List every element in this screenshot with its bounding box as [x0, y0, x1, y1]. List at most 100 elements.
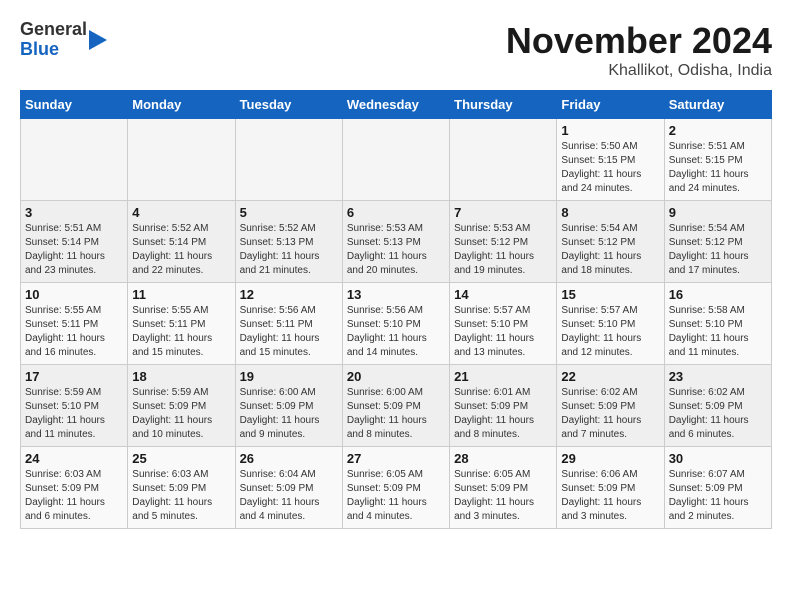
calendar-cell: 19Sunrise: 6:00 AM Sunset: 5:09 PM Dayli… — [235, 365, 342, 447]
calendar-cell: 16Sunrise: 5:58 AM Sunset: 5:10 PM Dayli… — [664, 283, 771, 365]
calendar-cell: 4Sunrise: 5:52 AM Sunset: 5:14 PM Daylig… — [128, 201, 235, 283]
day-number: 25 — [132, 451, 230, 466]
title-block: November 2024 Khallikot, Odisha, India — [506, 20, 772, 80]
day-info: Sunrise: 5:51 AM Sunset: 5:14 PM Dayligh… — [25, 222, 123, 278]
calendar-cell: 18Sunrise: 5:59 AM Sunset: 5:09 PM Dayli… — [128, 365, 235, 447]
calendar-cell — [235, 119, 342, 201]
calendar-cell: 27 Sunrise: 6:05 AM Sunset: 5:09 PM Dayli… — [342, 447, 449, 529]
calendar-cell — [342, 119, 449, 201]
calendar-cell: 1 Sunrise: 5:50 AM Sunset: 5:15 PM Daylig… — [557, 119, 664, 201]
day-info: Sunrise: 5:54 AM Sunset: 5:12 PM Dayligh… — [561, 222, 659, 278]
weekday-header-saturday: Saturday — [664, 91, 771, 119]
calendar-cell: 20 Sunrise: 6:00 AM Sunset: 5:09 PM Dayli… — [342, 365, 449, 447]
logo-general: General — [20, 20, 87, 40]
weekday-header-wednesday: Wednesday — [342, 91, 449, 119]
day-number: 4 — [132, 205, 230, 220]
weekday-header-tuesday: Tuesday — [235, 91, 342, 119]
weekday-header-monday: Monday — [128, 91, 235, 119]
calendar-cell: 6Sunrise: 5:53 AM Sunset: 5:13 PM Daylig… — [342, 201, 449, 283]
day-info: Sunrise: 5:56 AM Sunset: 5:11 PM Dayligh… — [240, 304, 338, 360]
calendar-cell — [128, 119, 235, 201]
day-number: 27 — [347, 451, 445, 466]
day-info: Sunrise: 6:05 AM Sunset: 5:09 PM Dayligh… — [347, 468, 445, 524]
day-number: 10 — [25, 287, 123, 302]
calendar-cell: 23 Sunrise: 6:02 AM Sunset: 5:09 PM Dayli… — [664, 365, 771, 447]
calendar-cell: 15Sunrise: 5:57 AM Sunset: 5:10 PM Dayli… — [557, 283, 664, 365]
calendar-cell: 29Sunrise: 6:06 AM Sunset: 5:09 PM Dayli… — [557, 447, 664, 529]
day-info: Sunrise: 6:06 AM Sunset: 5:09 PM Dayligh… — [561, 468, 659, 524]
weekday-header-sunday: Sunday — [21, 91, 128, 119]
day-info: Sunrise: 5:56 AM Sunset: 5:10 PM Dayligh… — [347, 304, 445, 360]
day-info: Sunrise: 5:50 AM Sunset: 5:15 PM Dayligh… — [561, 140, 659, 196]
week-row-2: 3 Sunrise: 5:51 AM Sunset: 5:14 PM Daylig… — [21, 201, 772, 283]
day-number: 6 — [347, 205, 445, 220]
day-number: 30 — [669, 451, 767, 466]
calendar-cell: 12 Sunrise: 5:56 AM Sunset: 5:11 PM Dayli… — [235, 283, 342, 365]
calendar-cell: 17Sunrise: 5:59 AM Sunset: 5:10 PM Dayli… — [21, 365, 128, 447]
day-number: 23 — [669, 369, 767, 384]
day-number: 2 — [669, 123, 767, 138]
day-number: 12 — [240, 287, 338, 302]
logo-blue: Blue — [20, 40, 87, 60]
day-info: Sunrise: 6:00 AM Sunset: 5:09 PM Dayligh… — [347, 386, 445, 442]
day-number: 9 — [669, 205, 767, 220]
calendar-cell: 13 Sunrise: 5:56 AM Sunset: 5:10 PM Dayli… — [342, 283, 449, 365]
location: Khallikot, Odisha, India — [506, 62, 772, 80]
day-number: 1 — [561, 123, 659, 138]
day-info: Sunrise: 5:53 AM Sunset: 5:12 PM Dayligh… — [454, 222, 552, 278]
calendar-cell: 11Sunrise: 5:55 AM Sunset: 5:11 PM Dayli… — [128, 283, 235, 365]
calendar-cell: 10 Sunrise: 5:55 AM Sunset: 5:11 PM Dayli… — [21, 283, 128, 365]
calendar-cell: 9Sunrise: 5:54 AM Sunset: 5:12 PM Daylig… — [664, 201, 771, 283]
calendar-cell: 8 Sunrise: 5:54 AM Sunset: 5:12 PM Daylig… — [557, 201, 664, 283]
day-number: 17 — [25, 369, 123, 384]
weekday-header-row: SundayMondayTuesdayWednesdayThursdayFrid… — [21, 91, 772, 119]
calendar-cell: 3 Sunrise: 5:51 AM Sunset: 5:14 PM Daylig… — [21, 201, 128, 283]
week-row-1: 1 Sunrise: 5:50 AM Sunset: 5:15 PM Daylig… — [21, 119, 772, 201]
calendar-cell: 25 Sunrise: 6:03 AM Sunset: 5:09 PM Dayli… — [128, 447, 235, 529]
day-info: Sunrise: 5:57 AM Sunset: 5:10 PM Dayligh… — [454, 304, 552, 360]
day-number: 13 — [347, 287, 445, 302]
calendar-cell: 14 Sunrise: 5:57 AM Sunset: 5:10 PM Dayli… — [450, 283, 557, 365]
calendar-cell: 30 Sunrise: 6:07 AM Sunset: 5:09 PM Dayli… — [664, 447, 771, 529]
day-number: 28 — [454, 451, 552, 466]
calendar-cell: 21 Sunrise: 6:01 AM Sunset: 5:09 PM Dayli… — [450, 365, 557, 447]
weekday-header-friday: Friday — [557, 91, 664, 119]
day-number: 16 — [669, 287, 767, 302]
day-number: 20 — [347, 369, 445, 384]
calendar-cell — [450, 119, 557, 201]
logo-arrow-icon — [89, 22, 107, 58]
day-number: 21 — [454, 369, 552, 384]
month-title: November 2024 — [506, 20, 772, 62]
calendar-table: SundayMondayTuesdayWednesdayThursdayFrid… — [20, 90, 772, 529]
day-number: 26 — [240, 451, 338, 466]
day-number: 8 — [561, 205, 659, 220]
day-number: 18 — [132, 369, 230, 384]
calendar-cell: 7 Sunrise: 5:53 AM Sunset: 5:12 PM Daylig… — [450, 201, 557, 283]
day-info: Sunrise: 5:52 AM Sunset: 5:13 PM Dayligh… — [240, 222, 338, 278]
day-number: 24 — [25, 451, 123, 466]
day-number: 5 — [240, 205, 338, 220]
day-info: Sunrise: 6:01 AM Sunset: 5:09 PM Dayligh… — [454, 386, 552, 442]
day-info: Sunrise: 6:04 AM Sunset: 5:09 PM Dayligh… — [240, 468, 338, 524]
day-number: 22 — [561, 369, 659, 384]
calendar-cell: 2 Sunrise: 5:51 AM Sunset: 5:15 PM Daylig… — [664, 119, 771, 201]
page-header: General Blue November 2024 Khallikot, Od… — [20, 20, 772, 80]
week-row-3: 10 Sunrise: 5:55 AM Sunset: 5:11 PM Dayli… — [21, 283, 772, 365]
day-info: Sunrise: 5:55 AM Sunset: 5:11 PM Dayligh… — [25, 304, 123, 360]
calendar-cell — [21, 119, 128, 201]
calendar-cell: 22Sunrise: 6:02 AM Sunset: 5:09 PM Dayli… — [557, 365, 664, 447]
day-info: Sunrise: 6:03 AM Sunset: 5:09 PM Dayligh… — [132, 468, 230, 524]
day-info: Sunrise: 6:02 AM Sunset: 5:09 PM Dayligh… — [669, 386, 767, 442]
day-number: 19 — [240, 369, 338, 384]
calendar-cell: 28Sunrise: 6:05 AM Sunset: 5:09 PM Dayli… — [450, 447, 557, 529]
day-number: 7 — [454, 205, 552, 220]
weekday-header-thursday: Thursday — [450, 91, 557, 119]
calendar-cell: 26 Sunrise: 6:04 AM Sunset: 5:09 PM Dayli… — [235, 447, 342, 529]
logo: General Blue — [20, 20, 107, 60]
calendar-cell: 24 Sunrise: 6:03 AM Sunset: 5:09 PM Dayli… — [21, 447, 128, 529]
day-number: 14 — [454, 287, 552, 302]
day-info: Sunrise: 6:07 AM Sunset: 5:09 PM Dayligh… — [669, 468, 767, 524]
day-info: Sunrise: 6:03 AM Sunset: 5:09 PM Dayligh… — [25, 468, 123, 524]
day-info: Sunrise: 5:51 AM Sunset: 5:15 PM Dayligh… — [669, 140, 767, 196]
day-number: 3 — [25, 205, 123, 220]
